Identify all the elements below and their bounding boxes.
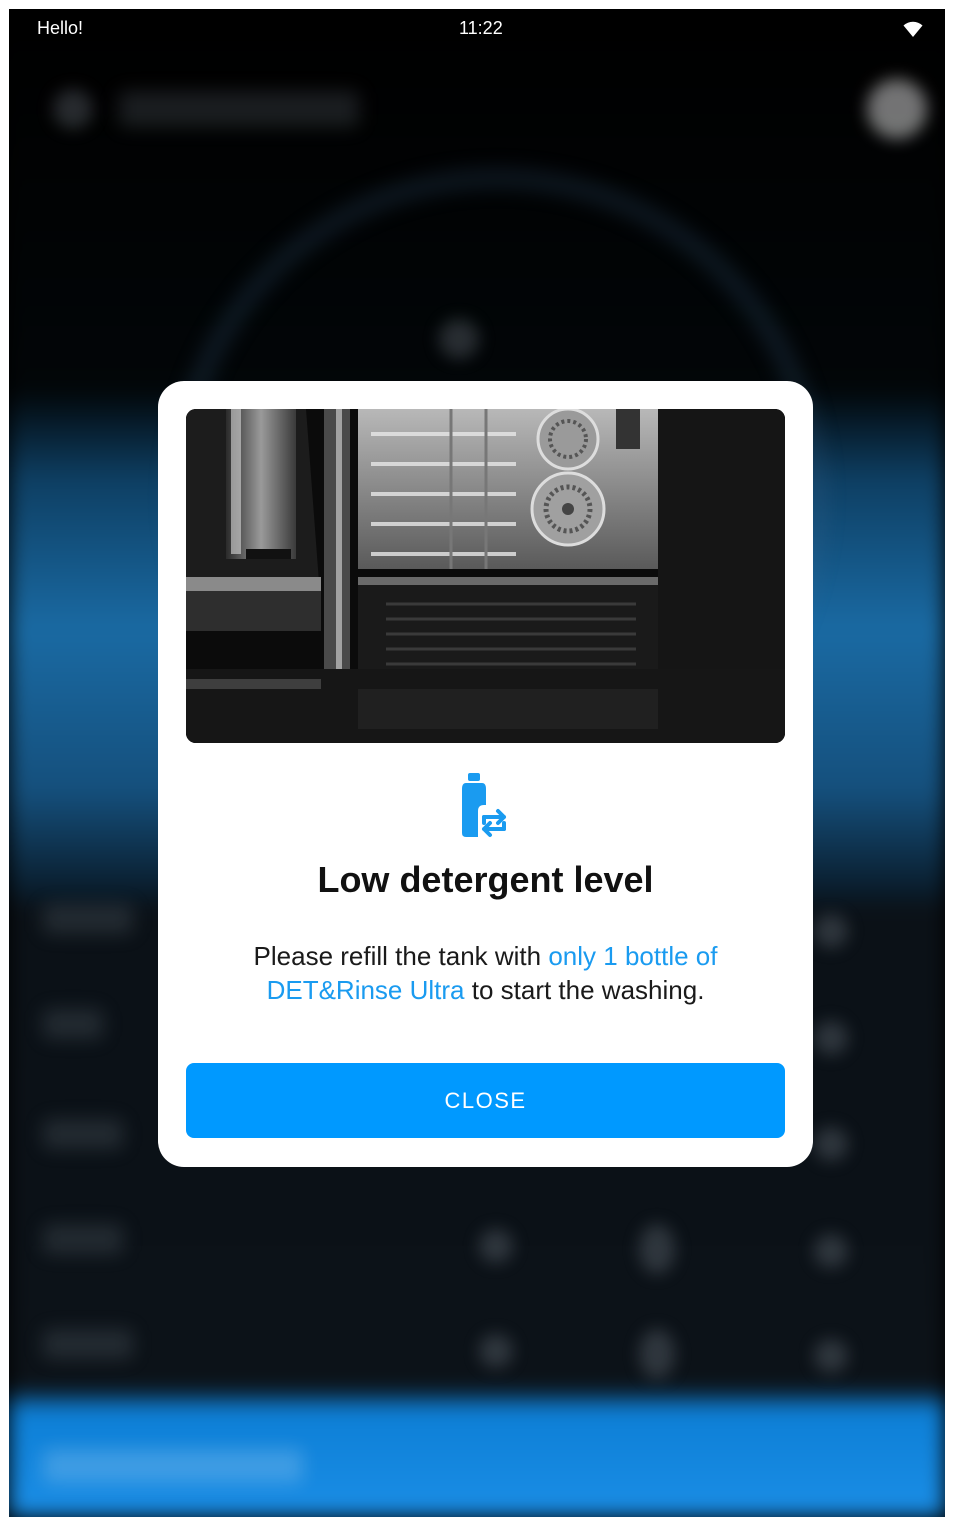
background-avatar — [867, 79, 927, 139]
status-bar: Hello! 11:22 — [9, 9, 945, 49]
background-row-icon — [814, 1234, 848, 1268]
dialog-message: Please refill the tank with only 1 bottl… — [198, 939, 773, 1007]
oven-interior-photo — [186, 409, 785, 743]
background-row-icon — [814, 1021, 848, 1055]
background-bottom-label — [43, 1449, 303, 1483]
background-row-icon — [814, 914, 848, 948]
oven-illustration — [186, 409, 785, 743]
low-detergent-dialog: Low detergent level Please refill the ta… — [158, 381, 813, 1167]
background-row-icon — [814, 1127, 848, 1161]
app-screen: Hello! 11:22 Low detergent level Please … — [9, 9, 945, 1517]
status-time: 11:22 — [459, 18, 503, 38]
background-row-label — [43, 1119, 123, 1149]
background-row-icon — [814, 1339, 848, 1373]
background-row-icon — [639, 1329, 675, 1379]
status-greeting: Hello! — [37, 18, 84, 38]
dialog-title: Low detergent level — [317, 859, 654, 900]
message-text: to start the washing. — [464, 975, 705, 1005]
background-row-label — [43, 1329, 133, 1359]
close-button[interactable]: CLOSE — [186, 1063, 785, 1138]
background-back-icon — [53, 89, 93, 129]
background-row-label — [43, 1224, 123, 1254]
background-dial-icon — [439, 319, 479, 359]
background-row-icon — [639, 1224, 675, 1274]
detergent-bottle-refill-icon — [462, 773, 506, 837]
background-row-label — [43, 1009, 103, 1039]
background-row-icon — [479, 1334, 513, 1368]
background-row-icon — [479, 1229, 513, 1263]
background-title — [119, 91, 359, 127]
wifi-icon — [903, 21, 923, 37]
background-row-label — [43, 904, 133, 934]
message-text: Please refill the tank with — [253, 941, 549, 971]
